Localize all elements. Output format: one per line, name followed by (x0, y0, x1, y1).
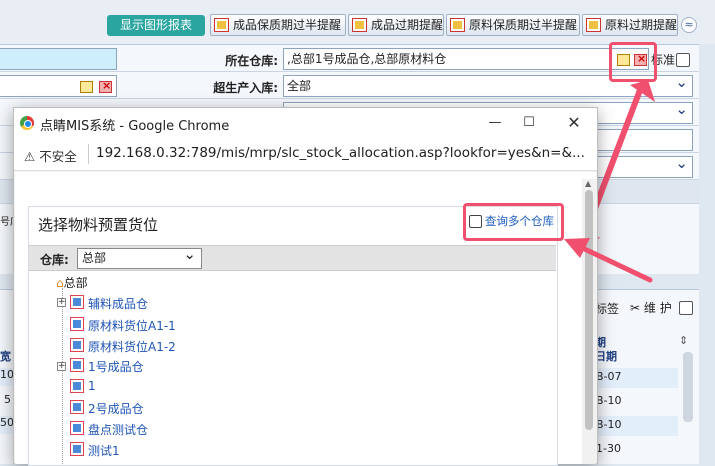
reminder-icon (214, 18, 229, 32)
warehouse-filter-label: 仓库: (40, 253, 69, 267)
maximize-icon[interactable]: ☐ (514, 113, 544, 133)
table-cell: 1-30 (596, 442, 621, 455)
product-shelf-half-reminder-button[interactable]: 成品保质期过半提醒 (210, 14, 346, 36)
warehouse-icon (70, 295, 84, 309)
expand-icon[interactable]: + (57, 298, 66, 307)
minimize-icon[interactable]: — (480, 113, 510, 133)
material-shelf-half-reminder-button[interactable]: 原料保质期过半提醒 (446, 14, 580, 36)
warehouse-icon (70, 442, 84, 456)
warehouse-field[interactable]: ,总部1号成品仓,总部原材料仓 (283, 48, 649, 70)
not-secure-indicator[interactable]: ⚠ 不安全 (24, 146, 77, 165)
column-header-right-2: 日期 (595, 350, 617, 363)
tree-item[interactable]: 原材料货位A1-2 (70, 338, 176, 355)
material-expired-reminder-label: 原料过期提醒 (605, 18, 678, 32)
tree-item[interactable]: 盘点测试仓 (70, 421, 148, 438)
warehouse-icon (70, 317, 84, 331)
grid-scrollbar[interactable] (683, 352, 693, 422)
reminder-icon (352, 18, 367, 32)
tree-item-label: 2号成品仓 (88, 402, 144, 416)
tree-item-label: 辅料成品仓 (88, 297, 149, 311)
tree-item-label: 原材料货位A1-1 (88, 319, 176, 333)
tree-item[interactable]: 1号成品仓 (70, 358, 144, 375)
reminder-icon (450, 18, 465, 32)
close-icon[interactable]: ✕ (559, 113, 589, 133)
overproduce-label: 超生产入库: (213, 81, 278, 95)
table-cell: B-07 (596, 368, 678, 388)
standard-checkbox[interactable] (676, 53, 690, 67)
clear-icon[interactable] (99, 79, 112, 93)
warehouse-icon (70, 421, 84, 435)
tree-item[interactable]: 2号成品仓 (70, 400, 144, 417)
left-input-field[interactable] (0, 48, 117, 70)
warehouse-icon (70, 338, 84, 352)
tree-item-label: 1号成品仓 (88, 360, 144, 374)
product-shelf-half-reminder-label: 成品保质期过半提醒 (233, 18, 342, 32)
product-expired-reminder-button[interactable]: 成品过期提醒 (348, 14, 444, 36)
chrome-icon (20, 116, 34, 130)
wrench-icon: ✂ (630, 301, 641, 315)
tree-guide-line (62, 288, 63, 464)
image-icon[interactable] (80, 81, 93, 93)
warning-icon: ⚠ (24, 149, 36, 164)
maintain-checkbox[interactable] (679, 301, 693, 315)
tree-item-label: 盘点测试仓 (88, 423, 149, 437)
warehouse-filter-select[interactable]: 总部 (77, 245, 202, 269)
warehouse-icon (70, 379, 84, 393)
table-cell: 10 (0, 368, 14, 386)
tree-root[interactable]: ⌂总部 (56, 274, 88, 291)
annotation-arrow-2 (564, 238, 653, 283)
table-cell: 5 (4, 393, 11, 406)
reminder-icon (586, 18, 601, 32)
maintain-label: 维 护 (643, 301, 672, 315)
warehouse-label: 所在仓库: (225, 54, 278, 68)
tag-label[interactable]: 标签 (595, 300, 619, 317)
table-cell: B-10 (596, 394, 622, 407)
annotation-box-icons (609, 42, 657, 82)
collapse-icon[interactable]: ≈ (681, 17, 697, 33)
warehouse-icon (70, 400, 84, 414)
form-row-warehouse: 所在仓库: ,总部1号成品仓,总部原材料仓 标准 (0, 45, 699, 72)
not-secure-label: 不安全 (39, 149, 77, 164)
warehouse-icon (70, 358, 84, 372)
expand-icon[interactable]: + (57, 362, 66, 371)
tree-root-label: 总部 (63, 276, 88, 290)
material-expired-reminder-button[interactable]: 原料过期提醒 (582, 14, 678, 36)
column-header-left: 宽 (0, 350, 11, 363)
tree-item[interactable]: 原材料货位A1-1 (70, 317, 176, 334)
tree-item[interactable]: 辅料成品仓 (70, 295, 148, 312)
address-divider (88, 144, 89, 164)
table-cell: B-10 (596, 416, 678, 436)
scroll-up-icon[interactable]: ▲ (585, 179, 591, 188)
table-cell: 50 (0, 416, 14, 434)
tree-item[interactable]: 测试1 (70, 442, 120, 459)
maintain-button[interactable]: ✂ 维 护 (630, 299, 672, 316)
popup-window: 点睛MIS系统 - Google Chrome — ☐ ✕ ⚠ 不安全 192.… (13, 107, 598, 466)
sort-icon[interactable]: ⇕ (679, 334, 688, 347)
tree-item[interactable]: 1 (70, 379, 96, 393)
material-shelf-half-reminder-label: 原料保质期过半提醒 (469, 18, 578, 32)
annotation-box-multi (463, 203, 564, 241)
product-expired-reminder-label: 成品过期提醒 (371, 18, 444, 32)
window-title: 点睛MIS系统 - Google Chrome (40, 119, 230, 134)
show-chart-report-button[interactable]: 显示图形报表 (107, 15, 205, 36)
popup-scrollbar-thumb[interactable] (585, 190, 593, 430)
tree-item-label: 原材料货位A1-2 (88, 340, 176, 354)
panel-title: 选择物料预置货位 (38, 216, 159, 234)
tree-item-label: 1 (88, 379, 96, 393)
url-text[interactable]: 192.168.0.32:789/mis/mrp/slc_stock_alloc… (96, 145, 585, 161)
tree-item-label: 测试1 (88, 444, 120, 458)
